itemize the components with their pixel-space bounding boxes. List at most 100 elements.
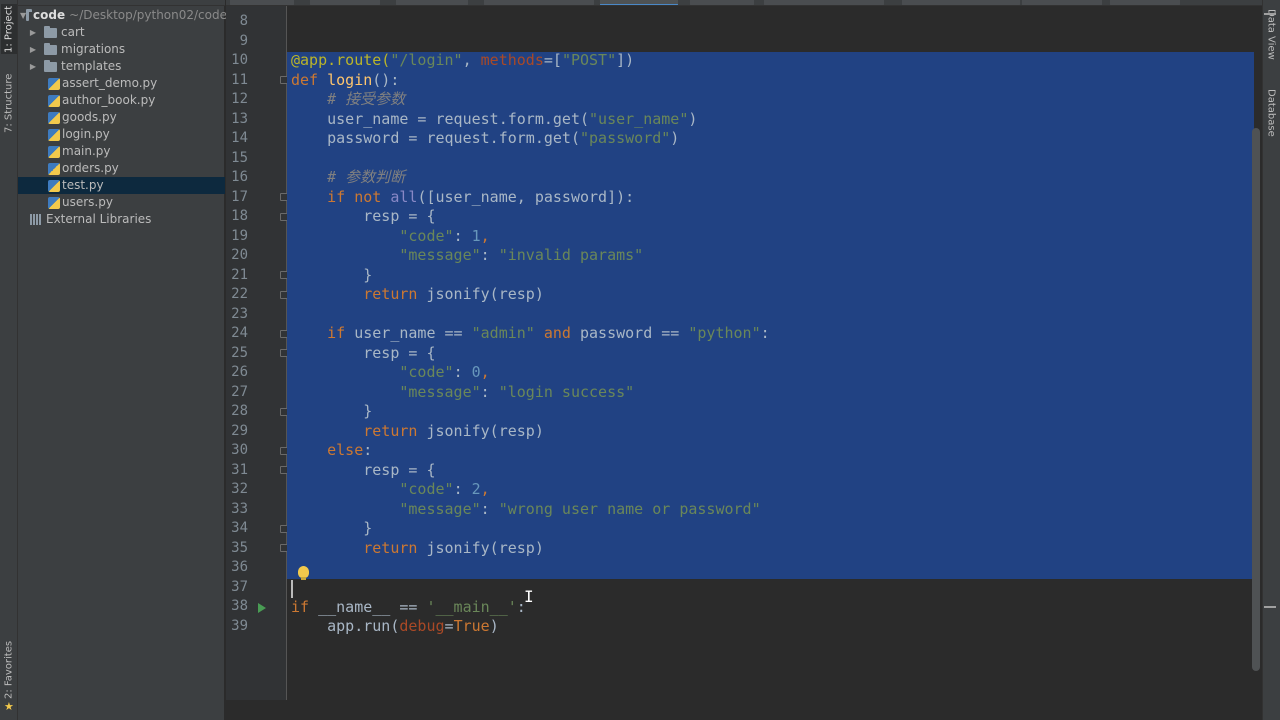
line-number: 30 [231,442,248,458]
file-label: author_book.py [62,93,156,107]
line-number: 10 [231,52,248,68]
code-editor[interactable]: @app.route("/login", methods=["POST"]) d… [287,6,1254,700]
line-number: 23 [231,306,248,322]
file-label: users.py [62,195,113,209]
chevron-right-icon[interactable]: ▶ [28,41,38,58]
code-line-29: return jsonify(resp) [291,422,544,440]
project-tool-tab[interactable]: 1: Project [1,4,17,54]
code-line-17: if not all([user_name, password]): [291,188,635,206]
code-line-38: if __name__ == '__main__': [291,598,526,616]
folder-icon [44,42,57,55]
code-line-39: app.run(debug=True) [291,617,499,635]
code-line-33: "message": "wrong user name or password" [291,500,761,518]
python-file-icon [48,111,60,124]
file-label: goods.py [62,110,117,124]
python-file-icon [48,162,60,175]
code-line-10: @app.route("/login", methods=["POST"]) [291,51,635,69]
line-number: 15 [231,150,248,166]
code-line-27: "message": "login success" [291,383,635,401]
line-number: 11 [231,72,248,88]
chevron-right-icon[interactable]: ▶ [28,58,38,75]
line-number: 13 [231,111,248,127]
python-file-icon [48,196,60,209]
line-number: 24 [231,325,248,341]
code-line-35: return jsonify(resp) [291,539,544,557]
tree-root[interactable]: ▼ code ~/Desktop/python02/code [20,7,227,24]
file-label: test.py [62,178,104,192]
line-number: 16 [231,169,248,185]
line-number: 14 [231,130,248,146]
python-file-icon [48,128,60,141]
line-number: 34 [231,520,248,536]
text-caret [291,580,293,598]
run-gutter-icon[interactable] [258,603,266,613]
tree-file-author-book[interactable]: author_book.py [18,92,225,109]
structure-tool-tab[interactable]: 7: Structure [1,66,17,140]
project-panel: ▼ code ~/Desktop/python02/code ▶ cart ▶ … [18,0,227,720]
tree-folder-cart[interactable]: ▶ cart [18,24,225,41]
tree-file-orders[interactable]: orders.py [18,160,225,177]
root-folder-path: ~/Desktop/python02/code [69,8,227,22]
code-line-32: "code": 2, [291,480,490,498]
line-number: 36 [231,559,248,575]
line-number: 25 [231,345,248,361]
tree-file-assert-demo[interactable]: assert_demo.py [18,75,225,92]
file-label: login.py [62,127,110,141]
favorites-tool-tab[interactable]: 2: Favorites [1,640,17,700]
python-file-icon [48,179,60,192]
tree-file-main[interactable]: main.py [18,143,225,160]
file-label: main.py [62,144,111,158]
folder-icon [44,25,57,38]
code-line-31: resp = { [291,461,436,479]
project-panel-header [18,0,225,6]
python-file-icon [48,145,60,158]
line-number: 20 [231,247,248,263]
line-number: 22 [231,286,248,302]
line-number: 28 [231,403,248,419]
python-file-icon [48,94,60,107]
code-line-12: # 接受参数 [291,90,406,108]
code-line-19: "code": 1, [291,227,490,245]
line-number: 37 [231,579,248,595]
library-icon [30,214,42,225]
line-number: 32 [231,481,248,497]
code-line-16: # 参数判断 [291,168,406,186]
tree-folder-migrations[interactable]: ▶ migrations [18,41,225,58]
root-folder-name: code [33,8,66,22]
code-line-26: "code": 0, [291,363,490,381]
line-number: 21 [231,267,248,283]
code-line-24: if user_name == "admin" and password == … [291,324,770,342]
folder-icon [26,8,32,21]
scrollbar-thumb[interactable] [1252,128,1260,671]
code-line-13: user_name = request.form.get("user_name"… [291,110,698,128]
tree-file-goods[interactable]: goods.py [18,109,225,126]
tree-file-test[interactable]: test.py [18,177,225,194]
line-number: 17 [231,189,248,205]
tree-external-libraries[interactable]: External Libraries [18,211,225,228]
code-line-34: } [291,519,373,537]
error-stripe-marker[interactable] [1264,606,1276,608]
code-line-18: resp = { [291,207,436,225]
text-cursor-icon: I [524,587,534,606]
code-line-22: return jsonify(resp) [291,285,544,303]
code-line-25: resp = { [291,344,436,362]
file-label: assert_demo.py [62,76,158,90]
external-libraries-label: External Libraries [46,212,152,226]
chevron-right-icon[interactable]: ▶ [28,24,38,41]
error-stripe-marker[interactable] [1264,13,1276,15]
lightbulb-icon[interactable] [298,566,309,580]
database-tool-tab[interactable]: Database [1263,89,1279,137]
line-number: 12 [231,91,248,107]
tree-file-users[interactable]: users.py [18,194,225,211]
file-label: orders.py [62,161,119,175]
folder-label: cart [61,25,85,39]
line-number: 26 [231,364,248,380]
folder-icon [44,59,57,72]
tree-file-login[interactable]: login.py [18,126,225,143]
tree-folder-templates[interactable]: ▶ templates [18,58,225,75]
editor-bottom-area [226,700,1262,720]
folder-label: templates [61,59,122,73]
code-line-11: def login(): [291,71,400,89]
code-line-20: "message": "invalid params" [291,246,644,264]
line-number: 35 [231,540,248,556]
